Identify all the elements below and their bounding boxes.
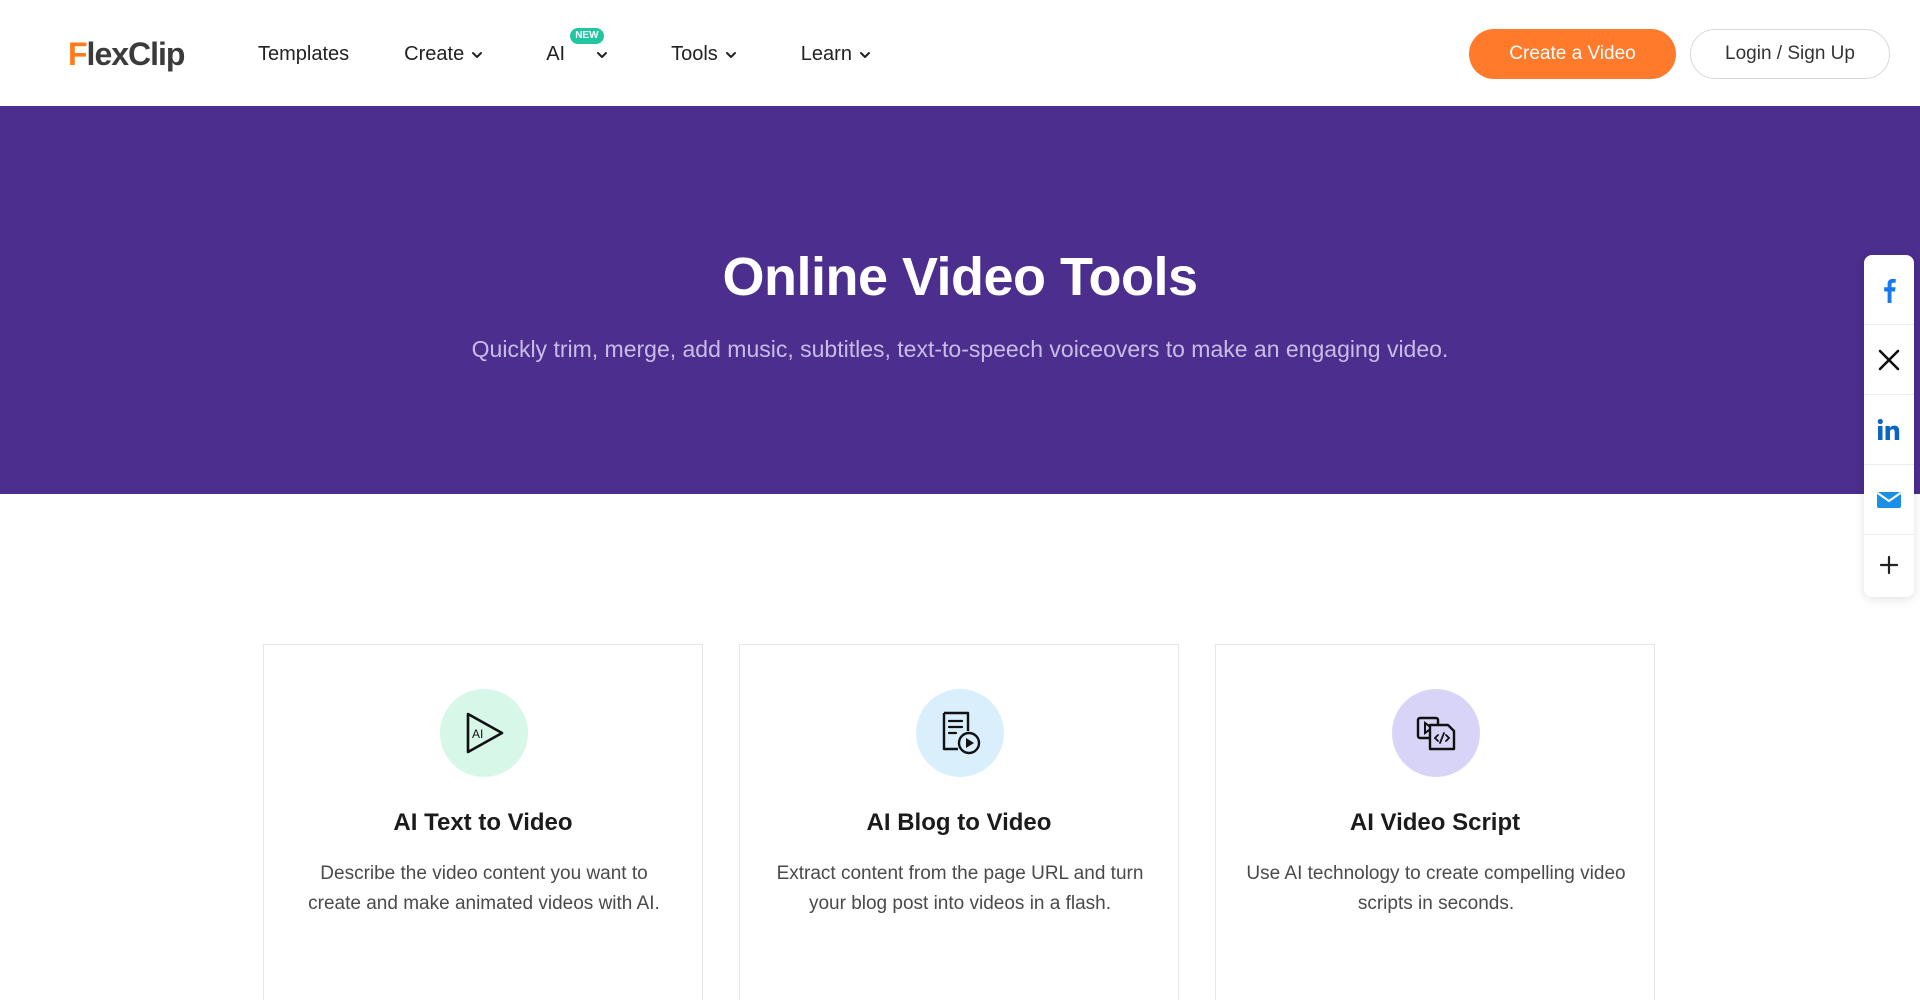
nav-ai[interactable]: AI NEW (546, 28, 609, 74)
card-description: Use AI technology to create compelling v… (1246, 863, 1626, 914)
nav-learn-label: Learn (800, 42, 852, 65)
new-badge: NEW (570, 28, 604, 44)
main-nav: Templates Create AI NEW Tools Learn (258, 28, 872, 74)
login-signup-button[interactable]: Login / Sign Up (1690, 29, 1890, 79)
ai-play-icon: AI (466, 712, 504, 754)
chevron-down-icon (859, 52, 870, 58)
share-x[interactable] (1864, 325, 1914, 395)
plus-icon (1879, 555, 1899, 575)
card-icon-wrap (1392, 689, 1480, 777)
nav-create-label: Create (404, 42, 465, 65)
share-linkedin[interactable] (1864, 395, 1914, 465)
card-icon-wrap: AI (440, 689, 528, 777)
card-description: Describe the video content you want to c… (308, 863, 660, 914)
tool-card-ai-video-script[interactable]: AI Video Script Use AI technology to cre… (1215, 644, 1655, 1000)
nav-templates-label: Templates (258, 42, 350, 65)
card-title: AI Text to Video (393, 809, 573, 836)
nav-create[interactable]: Create (404, 34, 484, 74)
share-facebook[interactable] (1864, 255, 1914, 325)
card-title: AI Video Script (1349, 809, 1521, 836)
share-sidebar (1864, 255, 1914, 597)
nav-learn[interactable]: Learn (801, 34, 872, 74)
card-title: AI Blog to Video (866, 809, 1052, 836)
create-video-button[interactable]: Create a Video (1469, 29, 1676, 79)
page-title: Online Video Tools (722, 247, 1198, 307)
tool-card-ai-text-to-video[interactable]: AI AI Text to Video Describe the video c… (263, 644, 703, 1000)
blog-video-icon (942, 711, 981, 755)
logo-text: lexClip (86, 35, 186, 72)
chevron-down-icon (725, 52, 736, 58)
flexclip-logo[interactable]: FlexClip (68, 34, 186, 74)
share-more[interactable] (1864, 535, 1914, 595)
chevron-down-icon (597, 52, 608, 58)
site-header: FlexClip Templates Create AI NEW Tools L… (0, 0, 1920, 106)
linkedin-icon (1877, 418, 1900, 440)
hero-banner: Online Video Tools Quickly trim, merge, … (0, 106, 1920, 494)
nav-ai-label: AI (546, 42, 566, 65)
facebook-icon (1884, 278, 1896, 303)
svg-text:AI: AI (472, 727, 483, 741)
nav-tools-label: Tools (671, 42, 718, 65)
logo-mark: F (68, 35, 88, 72)
video-script-icon (1416, 716, 1456, 751)
tool-card-ai-blog-to-video[interactable]: AI Blog to Video Extract content from th… (739, 644, 1179, 1000)
share-email[interactable] (1864, 465, 1914, 535)
card-icon-wrap (916, 689, 1004, 777)
x-icon (1878, 349, 1900, 370)
email-icon (1876, 491, 1902, 508)
nav-tools[interactable]: Tools (671, 34, 738, 74)
hero-subtitle: Quickly trim, merge, add music, subtitle… (471, 336, 1449, 362)
chevron-down-icon (472, 52, 483, 58)
nav-templates[interactable]: Templates (258, 34, 349, 74)
card-description: Extract content from the page URL and tu… (776, 863, 1144, 914)
